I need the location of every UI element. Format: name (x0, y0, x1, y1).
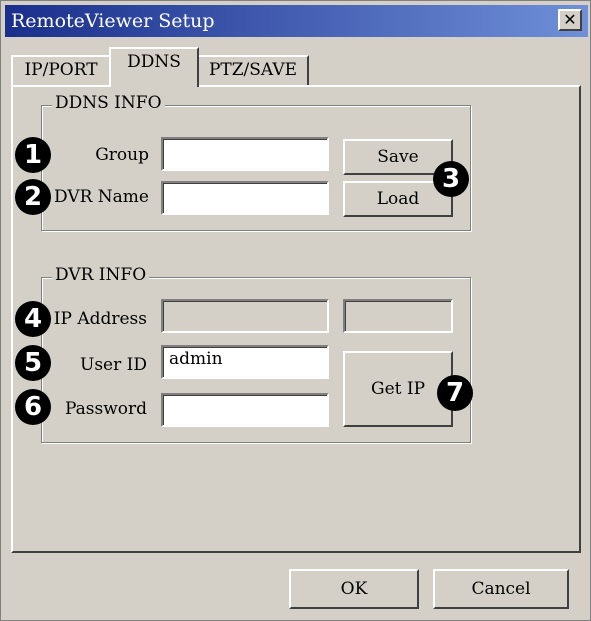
callout-5-badge: 5 (15, 345, 51, 381)
user-id-field[interactable]: admin (161, 345, 329, 379)
callout-4-badge: 4 (15, 301, 51, 337)
title-bar: RemoteViewer Setup ✕ (5, 5, 588, 37)
dvr-info-title: DVR INFO (52, 265, 150, 285)
callout-7-badge: 7 (437, 375, 473, 411)
group-label: Group (95, 145, 149, 165)
cancel-button[interactable]: Cancel (433, 569, 569, 609)
group-field[interactable] (161, 137, 329, 171)
port-field[interactable] (343, 299, 453, 333)
tab-ptz-save[interactable]: PTZ/SAVE (197, 55, 309, 85)
tab-ddns[interactable]: DDNS (109, 47, 199, 87)
ok-button[interactable]: OK (289, 569, 419, 609)
password-field[interactable] (161, 393, 329, 427)
tab-ip-port[interactable]: IP/PORT (11, 55, 111, 85)
ddns-info-title: DDNS INFO (52, 93, 165, 113)
ip-address-field[interactable] (161, 299, 329, 333)
dvr-name-field[interactable] (161, 181, 329, 215)
callout-1-badge: 1 (15, 137, 51, 173)
window-title: RemoteViewer Setup (11, 10, 215, 32)
ip-address-label: IP Address (53, 309, 147, 329)
remoteviewer-setup-dialog: RemoteViewer Setup ✕ IP/PORT DDNS PTZ/SA… (0, 0, 591, 621)
close-button[interactable]: ✕ (558, 9, 582, 31)
user-id-label: User ID (80, 355, 147, 375)
dvr-name-label: DVR Name (53, 187, 149, 207)
callout-2-badge: 2 (15, 179, 51, 215)
callout-6-badge: 6 (15, 389, 51, 425)
callout-3-badge: 3 (433, 161, 469, 197)
password-label: Password (64, 399, 147, 419)
